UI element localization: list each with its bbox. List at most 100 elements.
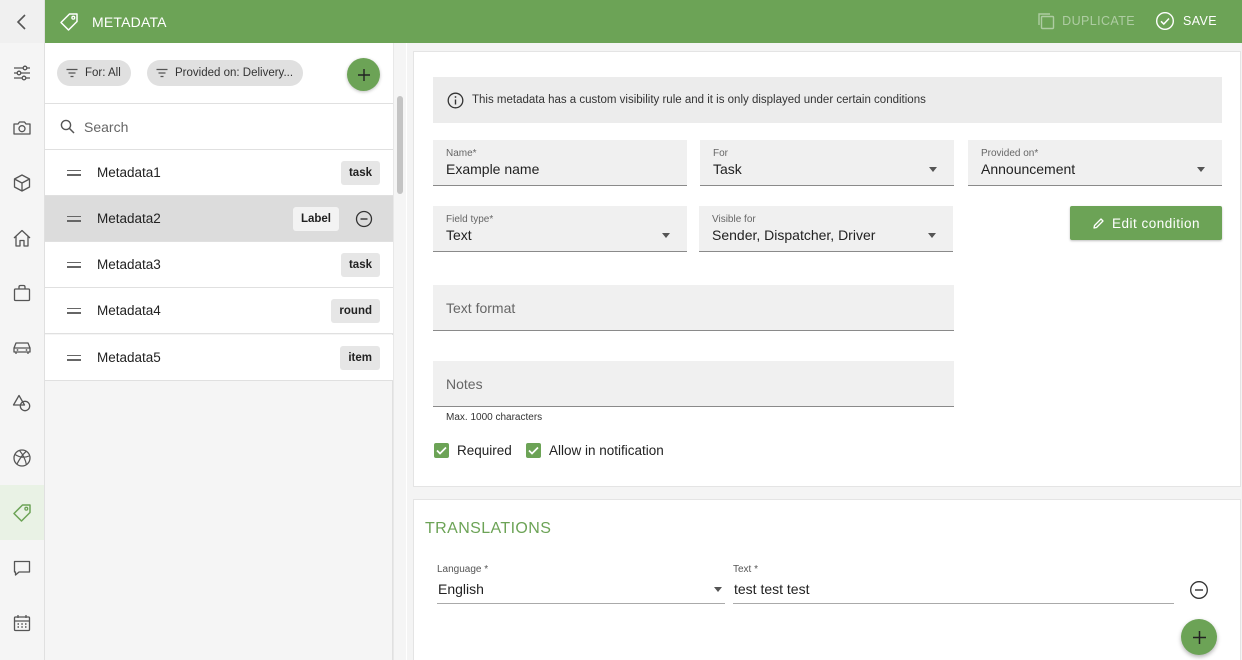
visible-for-select[interactable]: Visible for Sender, Dispatcher, Driver [699,206,953,252]
shapes-icon [12,394,31,411]
visibility-info-banner: This metadata has a custom visibility ru… [433,77,1222,123]
dropdown-arrow-icon [1197,167,1205,172]
filter-icon [156,68,168,78]
name-field[interactable]: Name* Example name [433,140,687,186]
list-scrollbar[interactable] [393,43,406,660]
check-circle-icon [1155,11,1174,31]
tag-icon [59,12,79,32]
field-type-value: Text [446,227,472,243]
list-item-tag: round [331,298,380,323]
nav-metadata[interactable] [0,485,44,540]
checkbox-checked-icon [434,443,449,458]
translation-text-label: Text * [733,564,759,575]
dropdown-arrow-icon [714,587,722,592]
app-header: METADATA DUPLICATE SAVE [0,0,1242,43]
nav-calendar[interactable] [0,595,44,650]
checkbox-checked-icon [526,443,541,458]
duplicate-button[interactable]: DUPLICATE [1036,11,1135,31]
notes-hint: Max. 1000 characters [446,412,543,423]
tag-icon [13,503,31,522]
drag-handle-icon[interactable] [67,307,81,314]
plus-icon [1192,630,1206,644]
allow-notification-checkbox[interactable]: Allow in notification [526,443,664,458]
drag-handle-icon[interactable] [67,354,81,361]
filter-chip-for[interactable]: For: All [57,60,131,86]
translations-title: TRANSLATIONS [425,520,552,537]
provided-on-value: Announcement [981,161,1076,177]
filter-chip-for-label: For: All [85,67,121,79]
chat-icon [13,560,31,576]
list-item-label: Metadata1 [97,165,161,180]
for-select[interactable]: For Task [700,140,954,186]
provided-on-label: Provided on* [981,148,1039,159]
info-text: This metadata has a custom visibility ru… [472,94,926,106]
list-item-tag: item [340,345,380,370]
box-icon [13,173,31,192]
drag-handle-icon[interactable] [67,261,81,268]
nav-home[interactable] [0,210,44,265]
list-item-label: Metadata2 [97,211,161,226]
list-item-label: Metadata3 [97,257,161,272]
search-bar [45,104,393,150]
dropdown-arrow-icon [928,233,936,238]
filter-bar: For: All Provided on: Delivery... [45,43,393,104]
edit-condition-button[interactable]: Edit condition [1070,206,1222,240]
notes-field[interactable]: Notes [433,361,954,407]
for-select-label: For [713,148,728,159]
search-input[interactable] [84,118,364,135]
language-select[interactable]: Language * English [437,564,725,604]
back-button[interactable] [0,0,45,43]
dribbble-icon [13,448,31,467]
nav-box[interactable] [0,155,44,210]
chevron-left-icon [16,13,26,30]
language-value: English [438,581,484,597]
remove-translation-icon[interactable] [1189,580,1209,600]
nav-shapes[interactable] [0,375,44,430]
add-translation-button[interactable] [1181,619,1217,655]
list-item[interactable]: Metadata1 task [45,150,393,196]
visible-for-value: Sender, Dispatcher, Driver [712,227,876,243]
nav-rail [0,43,45,660]
remove-circle-icon[interactable] [355,210,373,228]
field-type-select[interactable]: Field type* Text [433,206,687,252]
nav-filters[interactable] [0,45,44,100]
list-item[interactable]: Metadata4 round [45,288,393,334]
required-checkbox[interactable]: Required [434,443,512,458]
camera-icon [13,120,31,135]
nav-chat[interactable] [0,540,44,595]
metadata-list-panel: For: All Provided on: Delivery... Metada… [45,43,393,660]
search-icon [60,119,75,134]
title-bar: METADATA DUPLICATE SAVE [45,0,1242,43]
list-item[interactable]: Metadata5 item [45,335,393,381]
language-label: Language * [437,564,489,575]
drag-handle-icon[interactable] [67,215,81,222]
provided-on-select[interactable]: Provided on* Announcement [968,140,1222,186]
save-label: SAVE [1182,14,1217,28]
for-select-value: Task [713,161,742,177]
bag-icon [13,284,31,301]
text-format-placeholder: Text format [446,300,516,316]
name-field-label: Name* [446,148,477,159]
name-field-value: Example name [446,161,540,177]
calendar-icon [13,614,31,631]
nav-bag[interactable] [0,265,44,320]
list-item-selected[interactable]: Metadata2 Label [45,196,393,242]
add-metadata-button[interactable] [347,58,380,91]
edit-condition-label: Edit condition [1111,215,1201,231]
save-button[interactable]: SAVE [1155,11,1217,31]
list-item-label: Metadata4 [97,303,161,318]
notes-placeholder: Notes [446,376,483,392]
translation-text-field[interactable]: Text * test test test [733,564,1174,604]
pencil-icon [1093,217,1104,229]
plus-icon [357,68,370,81]
nav-dribbble[interactable] [0,430,44,485]
nav-camera[interactable] [0,100,44,155]
filter-chip-provided[interactable]: Provided on: Delivery... [147,60,304,86]
drag-handle-icon[interactable] [67,169,81,176]
nav-car[interactable] [0,320,44,375]
metadata-form-card: This metadata has a custom visibility ru… [413,51,1241,487]
scrollbar-thumb[interactable] [397,96,403,194]
text-format-field[interactable]: Text format [433,285,954,331]
home-icon [13,229,31,247]
list-item[interactable]: Metadata3 task [45,242,393,288]
